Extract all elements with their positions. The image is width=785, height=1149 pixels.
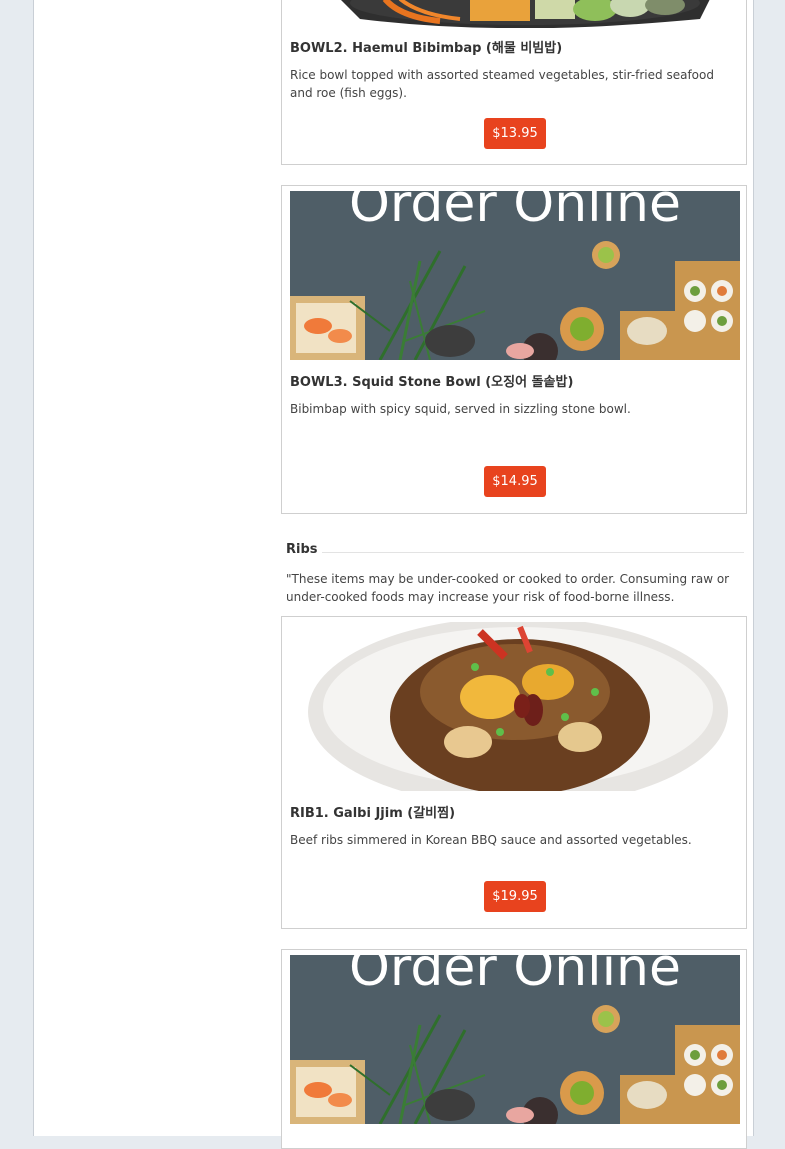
menu-item-card-bowl2[interactable]: BOWL2. Haemul Bibimbap (해물 비빔밥) Rice bow… bbox=[281, 0, 747, 165]
menu-item-card[interactable]: Order Online bbox=[281, 949, 747, 1149]
item-image-bibimbap bbox=[290, 0, 740, 28]
item-name: BOWL2. Haemul Bibimbap (해물 비빔밥) bbox=[290, 41, 563, 56]
price-button[interactable]: $19.95 bbox=[484, 881, 546, 912]
item-image-order-online: Order Online bbox=[290, 191, 740, 360]
item-description: Rice bowl topped with assorted steamed v… bbox=[290, 68, 714, 100]
item-description: Beef ribs simmered in Korean BBQ sauce a… bbox=[290, 833, 692, 847]
item-image-galbi-jjim bbox=[290, 622, 740, 791]
section-note: "These items may be under-cooked or cook… bbox=[286, 572, 730, 604]
item-name: BOWL3. Squid Stone Bowl (오징어 돌솥밥) bbox=[290, 375, 574, 390]
price-button[interactable]: $14.95 bbox=[484, 466, 546, 497]
section-divider bbox=[322, 552, 744, 553]
menu-item-card-rib1[interactable]: RIB1. Galbi Jjim (갈비찜) Beef ribs simmere… bbox=[281, 616, 747, 929]
item-description: Bibimbap with spicy squid, served in siz… bbox=[290, 402, 631, 416]
item-image-order-online: Order Online bbox=[290, 955, 740, 1124]
price-button[interactable]: $13.95 bbox=[484, 118, 546, 149]
order-online-banner-text: Order Online bbox=[349, 955, 681, 998]
order-online-banner-text: Order Online bbox=[349, 191, 681, 234]
section-title: Ribs bbox=[286, 542, 318, 557]
item-name: RIB1. Galbi Jjim (갈비찜) bbox=[290, 806, 456, 821]
menu-item-card-bowl3[interactable]: Order Online BOWL3. Squid Stone Bowl (오징… bbox=[281, 185, 747, 514]
